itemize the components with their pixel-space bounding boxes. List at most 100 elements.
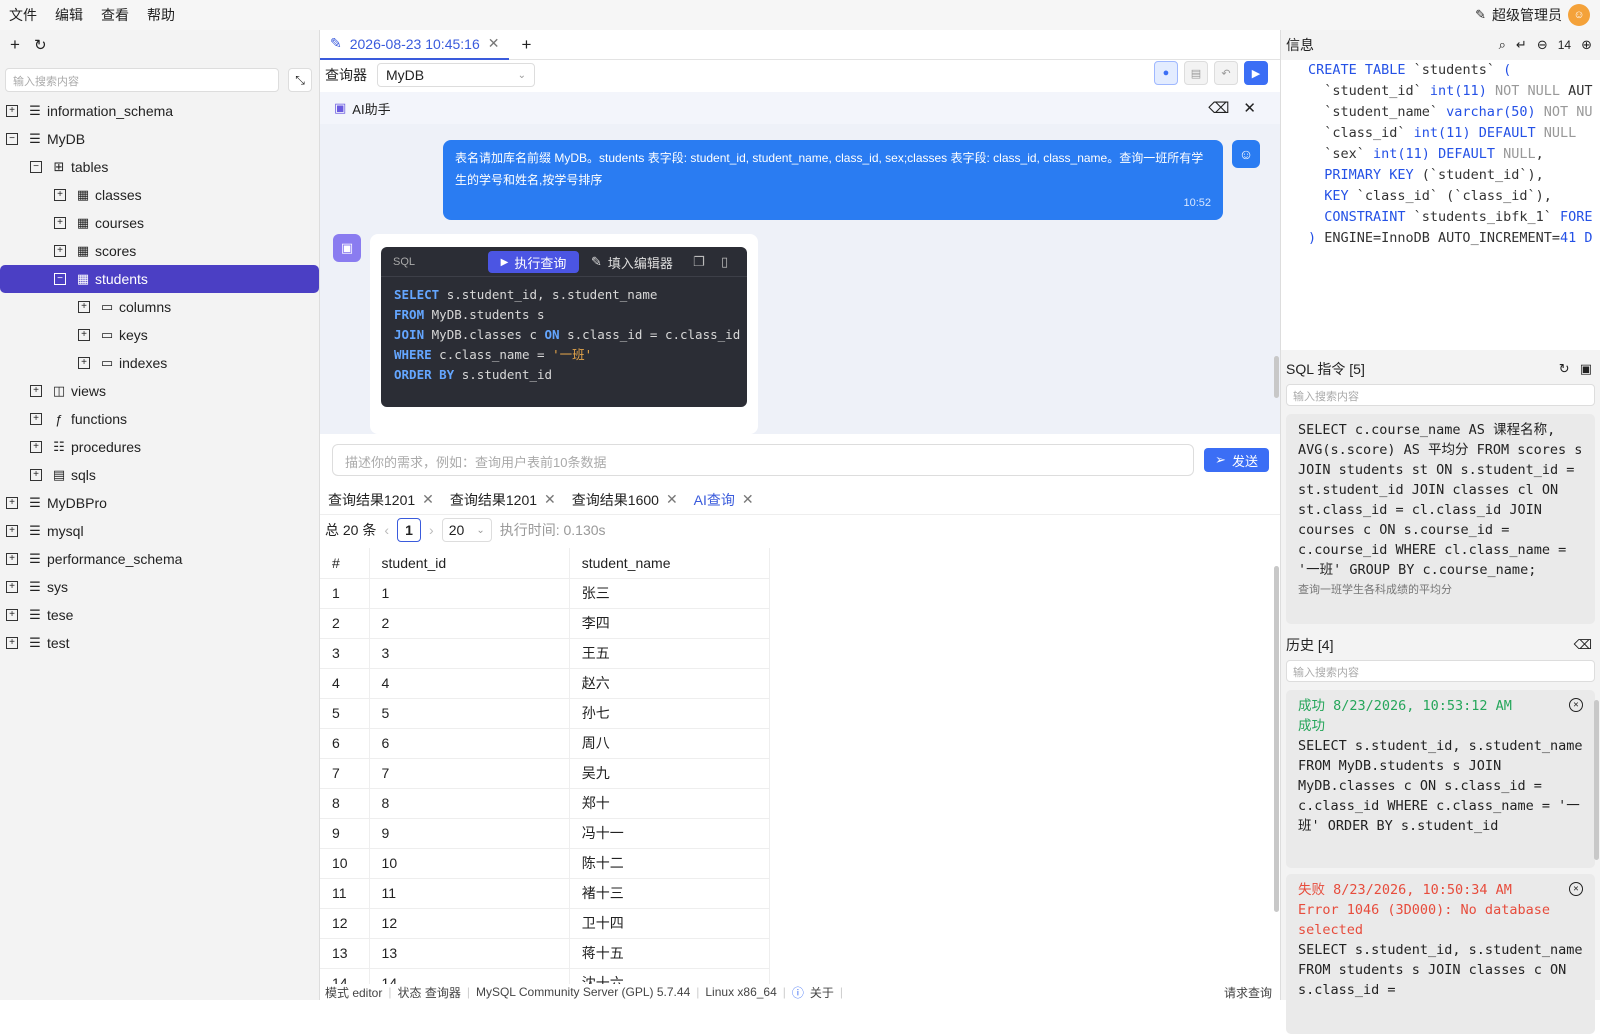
close-icon[interactable]: ✕ xyxy=(544,491,556,508)
clear-history-icon[interactable]: ⌫ xyxy=(1574,637,1592,653)
tree-node-test[interactable]: + ☰ test xyxy=(0,629,320,657)
run-icon[interactable]: ▶ xyxy=(1244,61,1268,85)
table-row[interactable]: 3 3 王五 xyxy=(320,638,771,669)
expand-icon[interactable]: + xyxy=(30,385,42,397)
send-button[interactable]: ➢ 发送 xyxy=(1204,448,1269,472)
history-search-input[interactable]: 输入搜索内容 xyxy=(1286,660,1595,682)
close-icon[interactable]: ✕ xyxy=(742,491,754,508)
column-header[interactable]: student_name xyxy=(569,548,771,579)
collapse-icon[interactable]: − xyxy=(30,161,42,173)
result-scrollbar[interactable] xyxy=(1274,566,1279,912)
table-row[interactable]: 7 7 吴九 xyxy=(320,758,771,789)
tree-node-MyDBPro[interactable]: + ☰ MyDBPro xyxy=(0,489,320,517)
tree-node-mysql[interactable]: + ☰ mysql xyxy=(0,517,320,545)
expand-icon[interactable]: + xyxy=(78,301,90,313)
editor-tab[interactable]: ✎ 2026-08-23 10:45:16 ✕ xyxy=(320,30,510,60)
sidebar-search-input[interactable]: 输入搜索内容 xyxy=(5,68,279,92)
table-row[interactable]: 5 5 孙七 xyxy=(320,698,771,729)
wrap-icon[interactable]: ↵ xyxy=(1516,37,1527,53)
expand-icon[interactable]: + xyxy=(30,469,42,481)
table-row[interactable]: 12 12 卫十四 xyxy=(320,908,771,939)
undo-icon[interactable]: ↶ xyxy=(1214,61,1238,85)
run-query-button[interactable]: ▶ 执行查询 xyxy=(488,251,579,273)
result-tab[interactable]: 查询结果1600 ✕ xyxy=(564,485,686,515)
close-icon[interactable]: ✕ xyxy=(488,35,500,52)
collapse-icon[interactable]: − xyxy=(6,133,18,145)
close-icon[interactable]: ✕ xyxy=(1569,698,1583,712)
new-tab-icon[interactable]: + xyxy=(521,35,531,55)
next-page-icon[interactable]: › xyxy=(429,522,434,538)
tree-node-sys[interactable]: + ☰ sys xyxy=(0,573,320,601)
expand-icon[interactable]: + xyxy=(78,357,90,369)
tree-node-information_schema[interactable]: + ☰ information_schema xyxy=(0,97,320,125)
status-about[interactable]: 关于 xyxy=(810,984,834,1001)
tree-node-tese[interactable]: + ☰ tese xyxy=(0,601,320,629)
copy-icon[interactable]: ❐ xyxy=(693,254,705,270)
table-row[interactable]: 8 8 郑十 xyxy=(320,788,771,819)
menu-edit[interactable]: 编辑 xyxy=(46,0,92,30)
search-icon[interactable]: ⌕ xyxy=(1499,37,1506,53)
table-row[interactable]: 13 13 蒋十五 xyxy=(320,938,771,969)
tree-node-indexes[interactable]: + ▭ indexes xyxy=(0,349,320,377)
menu-view[interactable]: 查看 xyxy=(92,0,138,30)
expand-icon[interactable]: + xyxy=(30,441,42,453)
tree-node-tables[interactable]: − ⊞ tables xyxy=(0,153,320,181)
expand-icon[interactable]: + xyxy=(54,217,66,229)
expand-icon[interactable]: + xyxy=(6,553,18,565)
history-item[interactable]: 失败 8/23/2026, 10:50:34 AM Error 1046 (3D0… xyxy=(1286,874,1595,1034)
zoom-out-icon[interactable]: ⊖ xyxy=(1537,37,1548,53)
table-row[interactable]: 4 4 赵六 xyxy=(320,668,771,699)
fill-editor-button[interactable]: ✎ 填入编辑器 xyxy=(591,251,673,273)
info-icon[interactable]: ⓘ xyxy=(792,984,804,1001)
add-connection-icon[interactable]: + xyxy=(10,35,20,55)
ai-toggle-icon[interactable]: ● xyxy=(1154,61,1178,85)
collapse-icon[interactable]: − xyxy=(54,273,66,285)
refresh-icon[interactable]: ↻ xyxy=(1559,361,1570,377)
close-icon[interactable]: ✕ xyxy=(1569,882,1583,896)
expand-icon[interactable]: + xyxy=(30,413,42,425)
column-header[interactable]: # xyxy=(320,548,370,579)
expand-icon[interactable]: + xyxy=(54,189,66,201)
database-select[interactable]: MyDB ⌄ xyxy=(377,63,535,87)
sql-cmd-card[interactable]: SELECT c.course_name AS 课程名称, AVG(s.scor… xyxy=(1286,414,1595,624)
tree-node-columns[interactable]: + ▭ columns xyxy=(0,293,320,321)
table-row[interactable]: 1 1 张三 xyxy=(320,578,771,609)
tree-node-courses[interactable]: + ▦ courses xyxy=(0,209,320,237)
tree-node-classes[interactable]: + ▦ classes xyxy=(0,181,320,209)
table-row[interactable]: 6 6 周八 xyxy=(320,728,771,759)
close-icon[interactable]: ✕ xyxy=(666,491,678,508)
page-size-select[interactable]: 20 ⌄ xyxy=(441,518,492,542)
result-tab[interactable]: 查询结果1201 ✕ xyxy=(320,485,442,515)
expand-icon[interactable]: + xyxy=(6,105,18,117)
theme-icon[interactable]: ✎ xyxy=(1475,7,1486,23)
expand-icon[interactable]: + xyxy=(6,637,18,649)
refresh-icon[interactable]: ↻ xyxy=(34,36,47,54)
tree-node-performance_schema[interactable]: + ☰ performance_schema xyxy=(0,545,320,573)
history-item[interactable]: 成功 8/23/2026, 10:53:12 AM 成功 SELECT s.stud… xyxy=(1286,690,1595,868)
table-row[interactable]: 10 10 陈十二 xyxy=(320,848,771,879)
result-tab[interactable]: AI查询 ✕ xyxy=(686,485,762,515)
tree-node-MyDB[interactable]: − ☰ MyDB xyxy=(0,125,320,153)
menu-file[interactable]: 文件 xyxy=(0,0,46,30)
column-header[interactable]: student_id xyxy=(369,548,570,579)
result-tab[interactable]: 查询结果1201 ✕ xyxy=(442,485,564,515)
avatar[interactable]: ☺ xyxy=(1568,4,1590,26)
tree-node-functions[interactable]: + ƒ functions xyxy=(0,405,320,433)
expand-icon[interactable]: + xyxy=(6,581,18,593)
tree-node-keys[interactable]: + ▭ keys xyxy=(0,321,320,349)
zoom-in-icon[interactable]: ⊕ xyxy=(1581,37,1592,53)
table-row[interactable]: 9 9 冯十一 xyxy=(320,818,771,849)
menu-help[interactable]: 帮助 xyxy=(138,0,184,30)
expand-icon[interactable]: + xyxy=(78,329,90,341)
terminal-icon[interactable]: ▣ xyxy=(1580,361,1592,377)
table-row[interactable]: 11 11 褚十三 xyxy=(320,878,771,909)
expand-icon[interactable]: + xyxy=(6,525,18,537)
expand-icon[interactable]: + xyxy=(6,497,18,509)
tree-node-sqls[interactable]: + ▤ sqls xyxy=(0,461,320,489)
tree-node-students[interactable]: − ▦ students xyxy=(0,265,319,293)
history-scrollbar[interactable] xyxy=(1594,700,1599,860)
chat-scrollbar[interactable] xyxy=(1274,356,1279,398)
format-icon[interactable]: ▤ xyxy=(1184,61,1208,85)
clear-icon[interactable]: ⌫ xyxy=(1208,99,1229,117)
tree-node-scores[interactable]: + ▦ scores xyxy=(0,237,320,265)
